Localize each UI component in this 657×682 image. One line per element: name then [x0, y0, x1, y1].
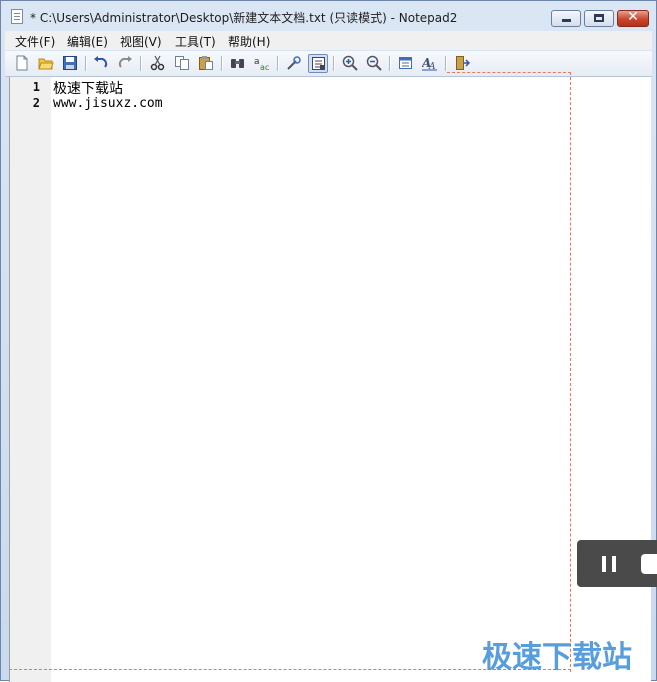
- line-number: 2: [32, 96, 40, 110]
- menu-file[interactable]: 文件(F): [15, 33, 55, 50]
- window-title: * C:\Users\Administrator\Desktop\新建文本文档.…: [30, 11, 458, 25]
- exit-icon[interactable]: [452, 54, 472, 73]
- stop-icon[interactable]: [641, 554, 657, 574]
- replace-icon[interactable]: a ac: [252, 54, 272, 73]
- menu-tools[interactable]: 工具(T): [175, 33, 216, 50]
- word-wrap-icon[interactable]: [284, 54, 304, 73]
- pause-icon[interactable]: [612, 556, 616, 572]
- redo-icon[interactable]: [115, 54, 135, 73]
- menu-edit[interactable]: 编辑(E): [67, 33, 108, 50]
- pause-icon[interactable]: [602, 556, 606, 572]
- paste-icon[interactable]: [196, 54, 216, 73]
- new-file-icon[interactable]: [12, 54, 32, 73]
- toolbar-separator: [445, 56, 447, 71]
- zoom-in-icon[interactable]: [340, 54, 360, 73]
- menu-view[interactable]: 视图(V): [120, 33, 162, 50]
- menu-bar: 文件(F) 编辑(E) 视图(V) 工具(T) 帮助(H): [5, 31, 652, 50]
- read-only-icon[interactable]: [308, 54, 328, 73]
- minimize-icon: [562, 19, 571, 22]
- open-folder-icon[interactable]: [36, 54, 56, 73]
- toolbar-separator: [277, 56, 279, 71]
- close-button[interactable]: ✕: [617, 9, 649, 27]
- toolbar-separator: [140, 56, 142, 71]
- maximize-button[interactable]: [584, 10, 614, 27]
- selection-guide-right: [570, 72, 571, 672]
- svg-text:ac: ac: [260, 63, 269, 71]
- notepad-app-icon[interactable]: [11, 9, 23, 24]
- line-number-gutter: 1 2: [10, 77, 51, 682]
- line-number: 1: [32, 80, 40, 94]
- scheme-icon[interactable]: [396, 54, 416, 73]
- toolbar-separator: [389, 56, 391, 71]
- menu-help[interactable]: 帮助(H): [228, 33, 270, 50]
- copy-icon[interactable]: [172, 54, 192, 73]
- editor-area[interactable]: 1 2 极速下载站 www.jisuxz.com: [9, 77, 651, 682]
- cut-icon[interactable]: [148, 54, 168, 73]
- close-icon: ✕: [627, 9, 639, 25]
- minimize-button[interactable]: [551, 10, 581, 27]
- selection-guide-top: [447, 72, 571, 73]
- maximize-icon: [594, 14, 604, 22]
- watermark-logo: 极速下载站: [482, 640, 632, 675]
- notepad2-window: * C:\Users\Administrator\Desktop\新建文本文档.…: [0, 0, 657, 682]
- find-icon[interactable]: [228, 54, 248, 73]
- toolbar-separator: [85, 56, 87, 71]
- toolbar: a ac AA: [5, 51, 652, 77]
- toolbar-separator: [221, 56, 223, 71]
- zoom-out-icon[interactable]: [364, 54, 384, 73]
- text-line[interactable]: www.jisuxz.com: [53, 96, 163, 111]
- recording-overlay[interactable]: [577, 540, 657, 587]
- text-line[interactable]: 极速下载站: [53, 78, 123, 98]
- save-icon[interactable]: [60, 54, 80, 73]
- svg-text:a: a: [254, 57, 260, 67]
- title-bar[interactable]: * C:\Users\Administrator\Desktop\新建文本文档.…: [1, 1, 656, 31]
- toolbar-separator: [333, 56, 335, 71]
- undo-icon[interactable]: [91, 54, 111, 73]
- font-icon[interactable]: AA: [420, 54, 440, 73]
